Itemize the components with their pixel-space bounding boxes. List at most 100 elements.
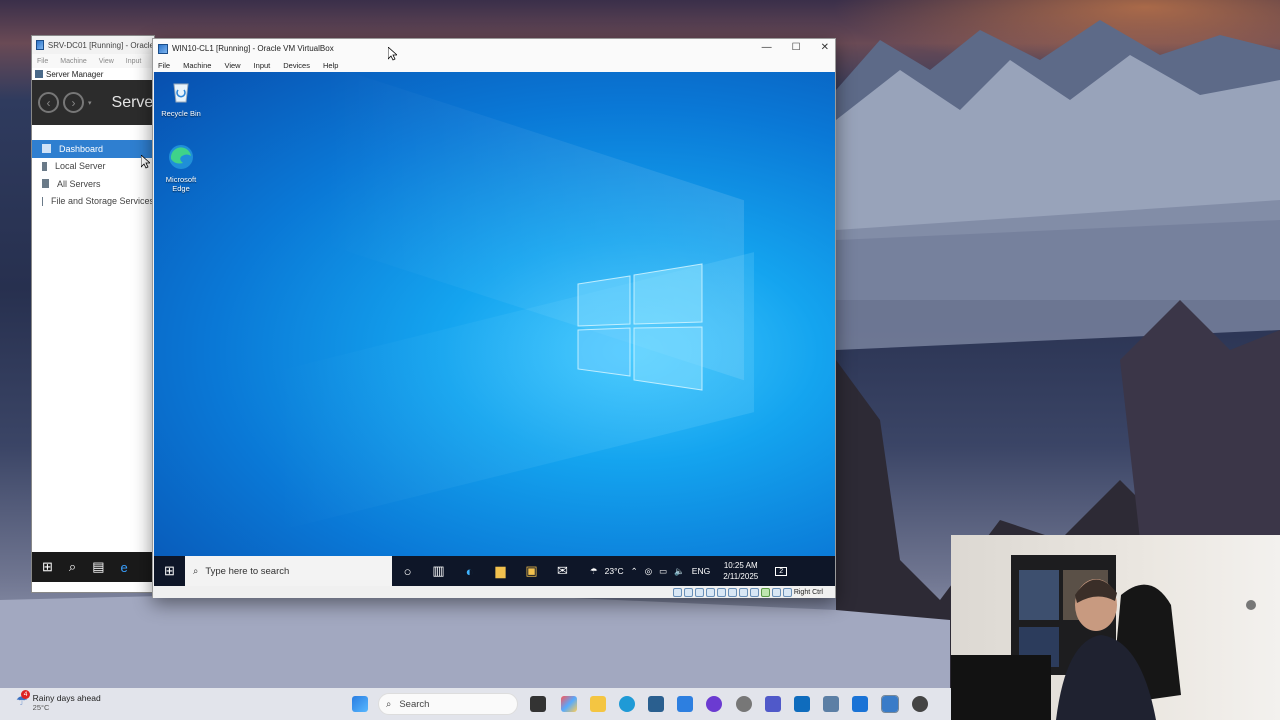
volume-icon[interactable]: 🔈: [674, 566, 685, 577]
all-servers-icon: [42, 179, 49, 189]
menu-view[interactable]: View: [224, 61, 240, 70]
settings-icon[interactable]: [736, 696, 752, 712]
guest-search-box[interactable]: ⌕ Type here to search: [185, 556, 392, 586]
task-view-icon[interactable]: [530, 696, 546, 712]
notification-count: 2: [779, 567, 784, 575]
server-manager-app-title: Server Manager: [46, 69, 104, 79]
nav-item-local-server[interactable]: Local Server: [32, 158, 154, 176]
maximize-icon[interactable]: ☐: [792, 42, 801, 53]
weather-widget[interactable]: ☂ 4 Rainy days ahead 25°C: [16, 690, 101, 712]
srv-menu-input[interactable]: Input: [126, 58, 142, 65]
store-icon[interactable]: ▣: [516, 556, 547, 586]
search-icon[interactable]: ⌕: [69, 559, 76, 575]
system-tray: ☂ 23°C ⌃ ◎ ▭ 🔈 ENG 10:25 AM 2/11/2025 2: [590, 560, 788, 582]
menu-machine[interactable]: Machine: [183, 61, 211, 70]
recording-app-icon[interactable]: [912, 696, 928, 712]
network-adapter-icon[interactable]: [705, 587, 715, 597]
virtualbox-titlebar[interactable]: WIN10-CL1 [Running] - Oracle VM VirtualB…: [153, 39, 835, 58]
menu-devices[interactable]: Devices: [283, 61, 310, 70]
edge-taskbar-icon[interactable]: ◐: [454, 556, 485, 586]
desktop-icon-recycle-bin[interactable]: Recycle Bin: [156, 78, 206, 118]
menu-file[interactable]: File: [158, 61, 170, 70]
nav-item-label: All Servers: [57, 178, 101, 189]
virtualbox-menubar: File Machine View Input Devices Help: [153, 58, 835, 72]
optical-drive-icon[interactable]: [683, 587, 693, 597]
usb-icon[interactable]: [716, 587, 726, 597]
start-windows-icon[interactable]: ⊞: [154, 556, 185, 586]
clock-time: 10:25 AM: [723, 561, 758, 570]
keyboard-icon[interactable]: [782, 587, 792, 597]
search-icon: ⌕: [386, 698, 392, 710]
srv-menu-file[interactable]: File: [37, 58, 48, 65]
shared-folders-icon[interactable]: [727, 587, 737, 597]
todo-icon[interactable]: [677, 696, 693, 712]
audio-icon[interactable]: [694, 587, 704, 597]
clock[interactable]: 10:25 AM 2/11/2025: [723, 560, 758, 582]
app-icon[interactable]: [823, 696, 839, 712]
temperature-text[interactable]: 23°C: [605, 566, 624, 576]
virtualbox-logo-icon: [36, 40, 44, 50]
recording-icon[interactable]: [749, 587, 759, 597]
outlook-icon[interactable]: [794, 696, 810, 712]
notification-center-icon[interactable]: 2: [775, 566, 788, 576]
weather-title: Rainy days ahead: [32, 693, 101, 703]
nav-item-label: Dashboard: [59, 143, 104, 154]
srv-menu-machine[interactable]: Machine: [60, 58, 86, 65]
start-windows-icon[interactable]: ⊞: [42, 559, 53, 575]
menu-help[interactable]: Help: [323, 61, 338, 70]
server-taskbar: ⊞ ⌕ ▤ e: [32, 552, 154, 582]
history-dropdown-icon[interactable]: ▾: [88, 99, 92, 107]
guest-desktop[interactable]: Recycle Bin Microsoft Edge: [154, 72, 835, 580]
weather-icon[interactable]: ☂: [590, 566, 598, 577]
nav-item-file-storage[interactable]: File and Storage Services: [32, 193, 154, 211]
start-windows11-icon[interactable]: [352, 696, 368, 712]
host-search-box[interactable]: ⌕ Search: [378, 693, 518, 715]
mouse-integration-icon[interactable]: [771, 587, 781, 597]
webcam-person-image: [951, 555, 1256, 720]
edge-taskbar-icon[interactable]: [619, 696, 635, 712]
display-icon[interactable]: [738, 587, 748, 597]
task-view-icon[interactable]: ▤: [92, 559, 104, 575]
virtualbox-statusbar: Right Ctrl: [153, 586, 835, 598]
store-icon[interactable]: [648, 696, 664, 712]
host-taskbar: ☂ 4 Rainy days ahead 25°C ⌕ Search: [0, 688, 951, 720]
file-explorer-icon[interactable]: [590, 696, 606, 712]
show-hidden-icons-icon[interactable]: ⌃: [631, 566, 638, 577]
teams-icon[interactable]: [765, 696, 781, 712]
recycle-bin-icon: [173, 83, 189, 103]
server-manager-menubar: File Machine View Input D: [32, 54, 154, 68]
meet-now-icon[interactable]: ◎: [645, 566, 652, 577]
task-view-icon[interactable]: ▥: [423, 556, 454, 586]
virtualbox-window[interactable]: WIN10-CL1 [Running] - Oracle VM VirtualB…: [152, 38, 836, 598]
weather-temp: 25°C: [32, 703, 50, 712]
copilot-icon[interactable]: [561, 696, 577, 712]
close-icon[interactable]: ✕: [821, 42, 829, 53]
cpu-icon[interactable]: [760, 587, 770, 597]
app-icon[interactable]: [706, 696, 722, 712]
server-manager-window[interactable]: SRV-DC01 [Running] - Oracle File Machine…: [31, 35, 155, 593]
desktop-icon-edge[interactable]: Microsoft Edge: [156, 144, 206, 193]
language-indicator[interactable]: ENG: [692, 566, 710, 576]
menu-input[interactable]: Input: [254, 61, 271, 70]
virtualbox-taskbar-icon[interactable]: [881, 695, 899, 713]
nav-item-dashboard[interactable]: Dashboard: [32, 140, 154, 158]
network-icon[interactable]: ▭: [659, 566, 667, 577]
minimize-icon[interactable]: —: [762, 42, 772, 53]
server-manager-titlebar[interactable]: SRV-DC01 [Running] - Oracle: [32, 36, 154, 54]
mail-icon[interactable]: ✉: [547, 556, 578, 586]
harddisk-icon[interactable]: [672, 587, 682, 597]
server-manager-window-title: SRV-DC01 [Running] - Oracle: [47, 40, 154, 50]
back-arrow-icon[interactable]: ‹: [38, 92, 59, 113]
search-icon: ⌕: [193, 565, 199, 577]
cortana-icon[interactable]: ○: [392, 556, 423, 586]
forward-arrow-icon[interactable]: ›: [63, 92, 84, 113]
srv-menu-view[interactable]: View: [99, 58, 114, 65]
window-controls: — ☐ ✕: [762, 42, 829, 53]
nav-item-all-servers[interactable]: All Servers: [32, 175, 154, 193]
remote-desktop-icon[interactable]: [852, 696, 868, 712]
windows-logo: [577, 263, 703, 391]
mouse-pointer-icon: [388, 47, 397, 61]
file-explorer-icon[interactable]: ▆: [485, 556, 516, 586]
weather-badge: 4: [21, 690, 30, 699]
ie-icon[interactable]: e: [120, 560, 127, 575]
